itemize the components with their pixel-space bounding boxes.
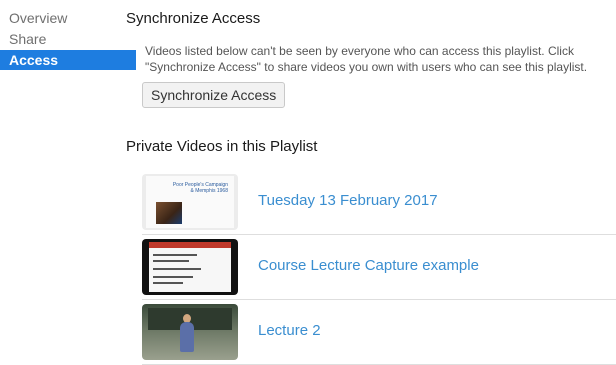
sidebar-item-access[interactable]: Access	[0, 50, 136, 70]
slide-text-line	[153, 268, 201, 270]
slide-graphic: Poor People's Campaign & Memphis 1968	[146, 176, 234, 228]
person-graphic	[180, 322, 194, 352]
video-thumbnail[interactable]	[142, 304, 238, 360]
slide-text-line	[153, 276, 193, 278]
sidebar-item-overview[interactable]: Overview	[0, 8, 136, 28]
slide-text-line	[153, 254, 197, 256]
list-item: Lecture 2	[142, 300, 616, 365]
list-item: Course Lecture Capture example	[142, 235, 616, 300]
sidebar-item-share[interactable]: Share	[0, 29, 136, 49]
video-thumbnail[interactable]: Poor People's Campaign & Memphis 1968	[142, 174, 238, 230]
slide-text-line	[153, 282, 183, 284]
video-thumbnail[interactable]	[142, 239, 238, 295]
slide-graphic	[149, 242, 231, 292]
thumbnail-caption: Poor People's Campaign & Memphis 1968	[172, 182, 228, 194]
sync-section-title: Synchronize Access	[126, 10, 261, 27]
video-title-link[interactable]: Lecture 2	[258, 322, 321, 339]
synchronize-access-button[interactable]: Synchronize Access	[142, 82, 286, 108]
slide-text-line	[153, 260, 189, 262]
video-title-link[interactable]: Course Lecture Capture example	[258, 257, 479, 274]
private-videos-title: Private Videos in this Playlist	[126, 138, 318, 155]
list-item: Poor People's Campaign & Memphis 1968 Tu…	[142, 170, 616, 235]
slide-header-bar	[149, 242, 231, 248]
video-title-link[interactable]: Tuesday 13 February 2017	[258, 192, 438, 209]
private-video-list: Poor People's Campaign & Memphis 1968 Tu…	[142, 170, 616, 365]
sidebar: Overview Share Access	[0, 8, 136, 71]
photo-graphic	[156, 202, 182, 224]
sync-description: Videos listed below can't be seen by eve…	[145, 44, 588, 74]
